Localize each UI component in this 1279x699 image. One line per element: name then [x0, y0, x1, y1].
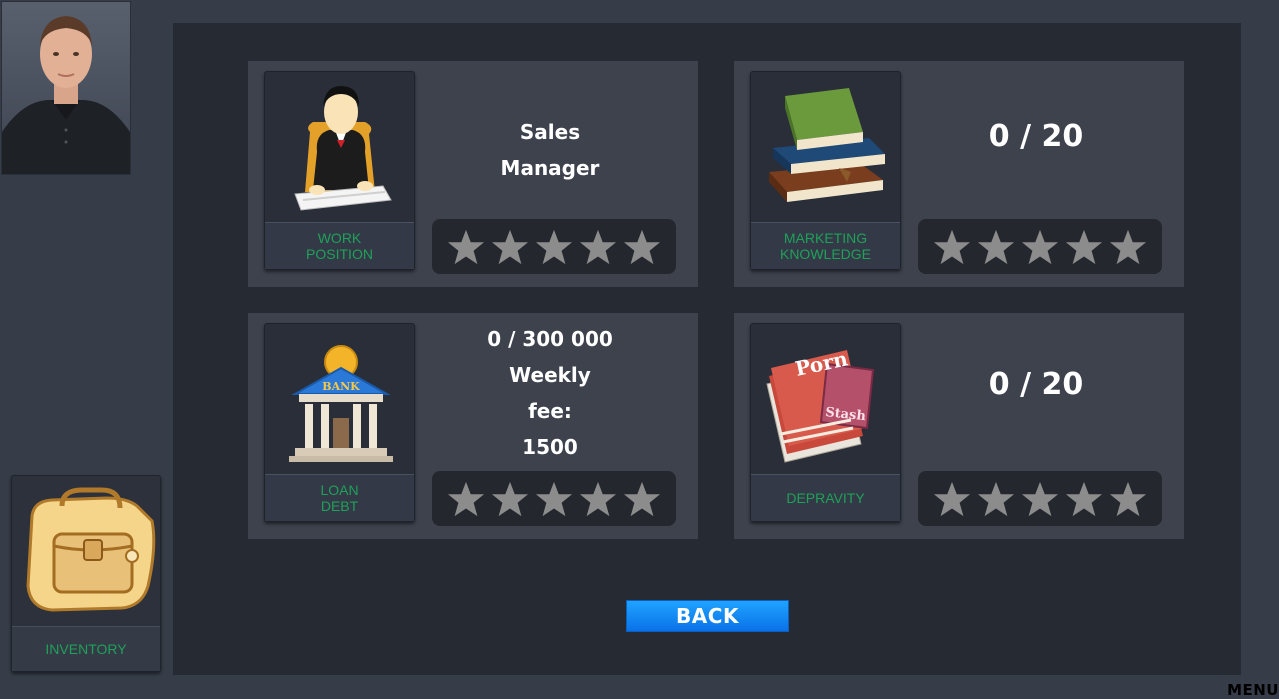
star-icon [623, 481, 661, 516]
work-label-line2: POSITION [306, 246, 373, 262]
star-icon [1065, 229, 1103, 264]
work-value-line2: Manager [500, 156, 600, 180]
work-position-card: WORK POSITION Sales Manager [248, 61, 698, 287]
star-icon [579, 229, 617, 264]
depravity-label-text: DEPRAVITY [786, 490, 865, 506]
star-icon [447, 481, 485, 516]
loan-label-line2: DEBT [320, 498, 359, 514]
work-value-line1: Sales [519, 120, 581, 144]
star-icon [535, 481, 573, 516]
loan-debt-rating [432, 471, 676, 526]
marketing-label-line1: MARKETING [783, 230, 868, 246]
bank-sign: BANK [322, 380, 360, 393]
work-position-rating [432, 219, 676, 274]
star-icon [1021, 229, 1059, 264]
backpack-icon [12, 476, 160, 624]
loan-debt-card: BANK LOAN DEBT 0 / 300 000 Weekly fee: 1… [248, 313, 698, 539]
marketing-knowledge-tile[interactable]: MARKETING KNOWLEDGE [750, 71, 901, 270]
loan-value-line4: 1500 [522, 435, 578, 459]
magazines-icon: Porn Stash [751, 324, 900, 473]
menu-button[interactable]: MENU [1227, 681, 1279, 699]
marketing-knowledge-label: MARKETING KNOWLEDGE [751, 222, 900, 269]
loan-debt-value: 0 / 300 000 Weekly fee: 1500 [432, 321, 668, 465]
marketing-label-line2: KNOWLEDGE [779, 246, 871, 262]
player-portrait[interactable] [1, 1, 131, 175]
star-icon [579, 481, 617, 516]
star-icon [1109, 229, 1147, 264]
star-icon [535, 229, 573, 264]
depravity-tile[interactable]: Porn Stash DEPRAVITY [750, 323, 901, 522]
inventory-button[interactable]: INVENTORY [11, 475, 161, 672]
star-icon [491, 229, 529, 264]
work-position-label: WORK POSITION [265, 222, 414, 269]
star-icon [491, 481, 529, 516]
star-icon [977, 481, 1015, 516]
star-icon [1065, 481, 1103, 516]
loan-value-line1: 0 / 300 000 [487, 327, 613, 351]
star-icon [623, 229, 661, 264]
star-icon [1109, 481, 1147, 516]
bank-icon: BANK [265, 324, 414, 473]
loan-label-line1: LOAN [320, 482, 359, 498]
marketing-knowledge-rating [918, 219, 1162, 274]
work-label-line1: WORK [317, 230, 362, 246]
star-icon [933, 481, 971, 516]
star-icon [933, 229, 971, 264]
back-button[interactable]: BACK [626, 600, 789, 632]
loan-debt-label: LOAN DEBT [265, 474, 414, 521]
star-icon [447, 229, 485, 264]
work-position-value: Sales Manager [432, 114, 668, 186]
star-icon [1021, 481, 1059, 516]
depravity-label: DEPRAVITY [751, 474, 900, 521]
depravity-rating [918, 471, 1162, 526]
office-worker-icon [265, 72, 414, 221]
depravity-card: Porn Stash DEPRAVITY 0 / 20 [734, 313, 1184, 539]
depravity-value: 0 / 20 [988, 367, 1084, 402]
loan-value-line3: fee: [528, 399, 572, 423]
star-icon [977, 229, 1015, 264]
marketing-knowledge-card: MARKETING KNOWLEDGE 0 / 20 [734, 61, 1184, 287]
marketing-knowledge-value: 0 / 20 [988, 119, 1084, 154]
loan-value-line2: Weekly [509, 363, 591, 387]
loan-debt-tile[interactable]: BANK LOAN DEBT [264, 323, 415, 522]
inventory-label: INVENTORY [12, 626, 160, 671]
stats-panel: WORK POSITION Sales Manager MARKETING KN… [173, 23, 1241, 675]
portrait-image [2, 2, 130, 174]
books-icon [751, 72, 900, 221]
work-position-tile[interactable]: WORK POSITION [264, 71, 415, 270]
